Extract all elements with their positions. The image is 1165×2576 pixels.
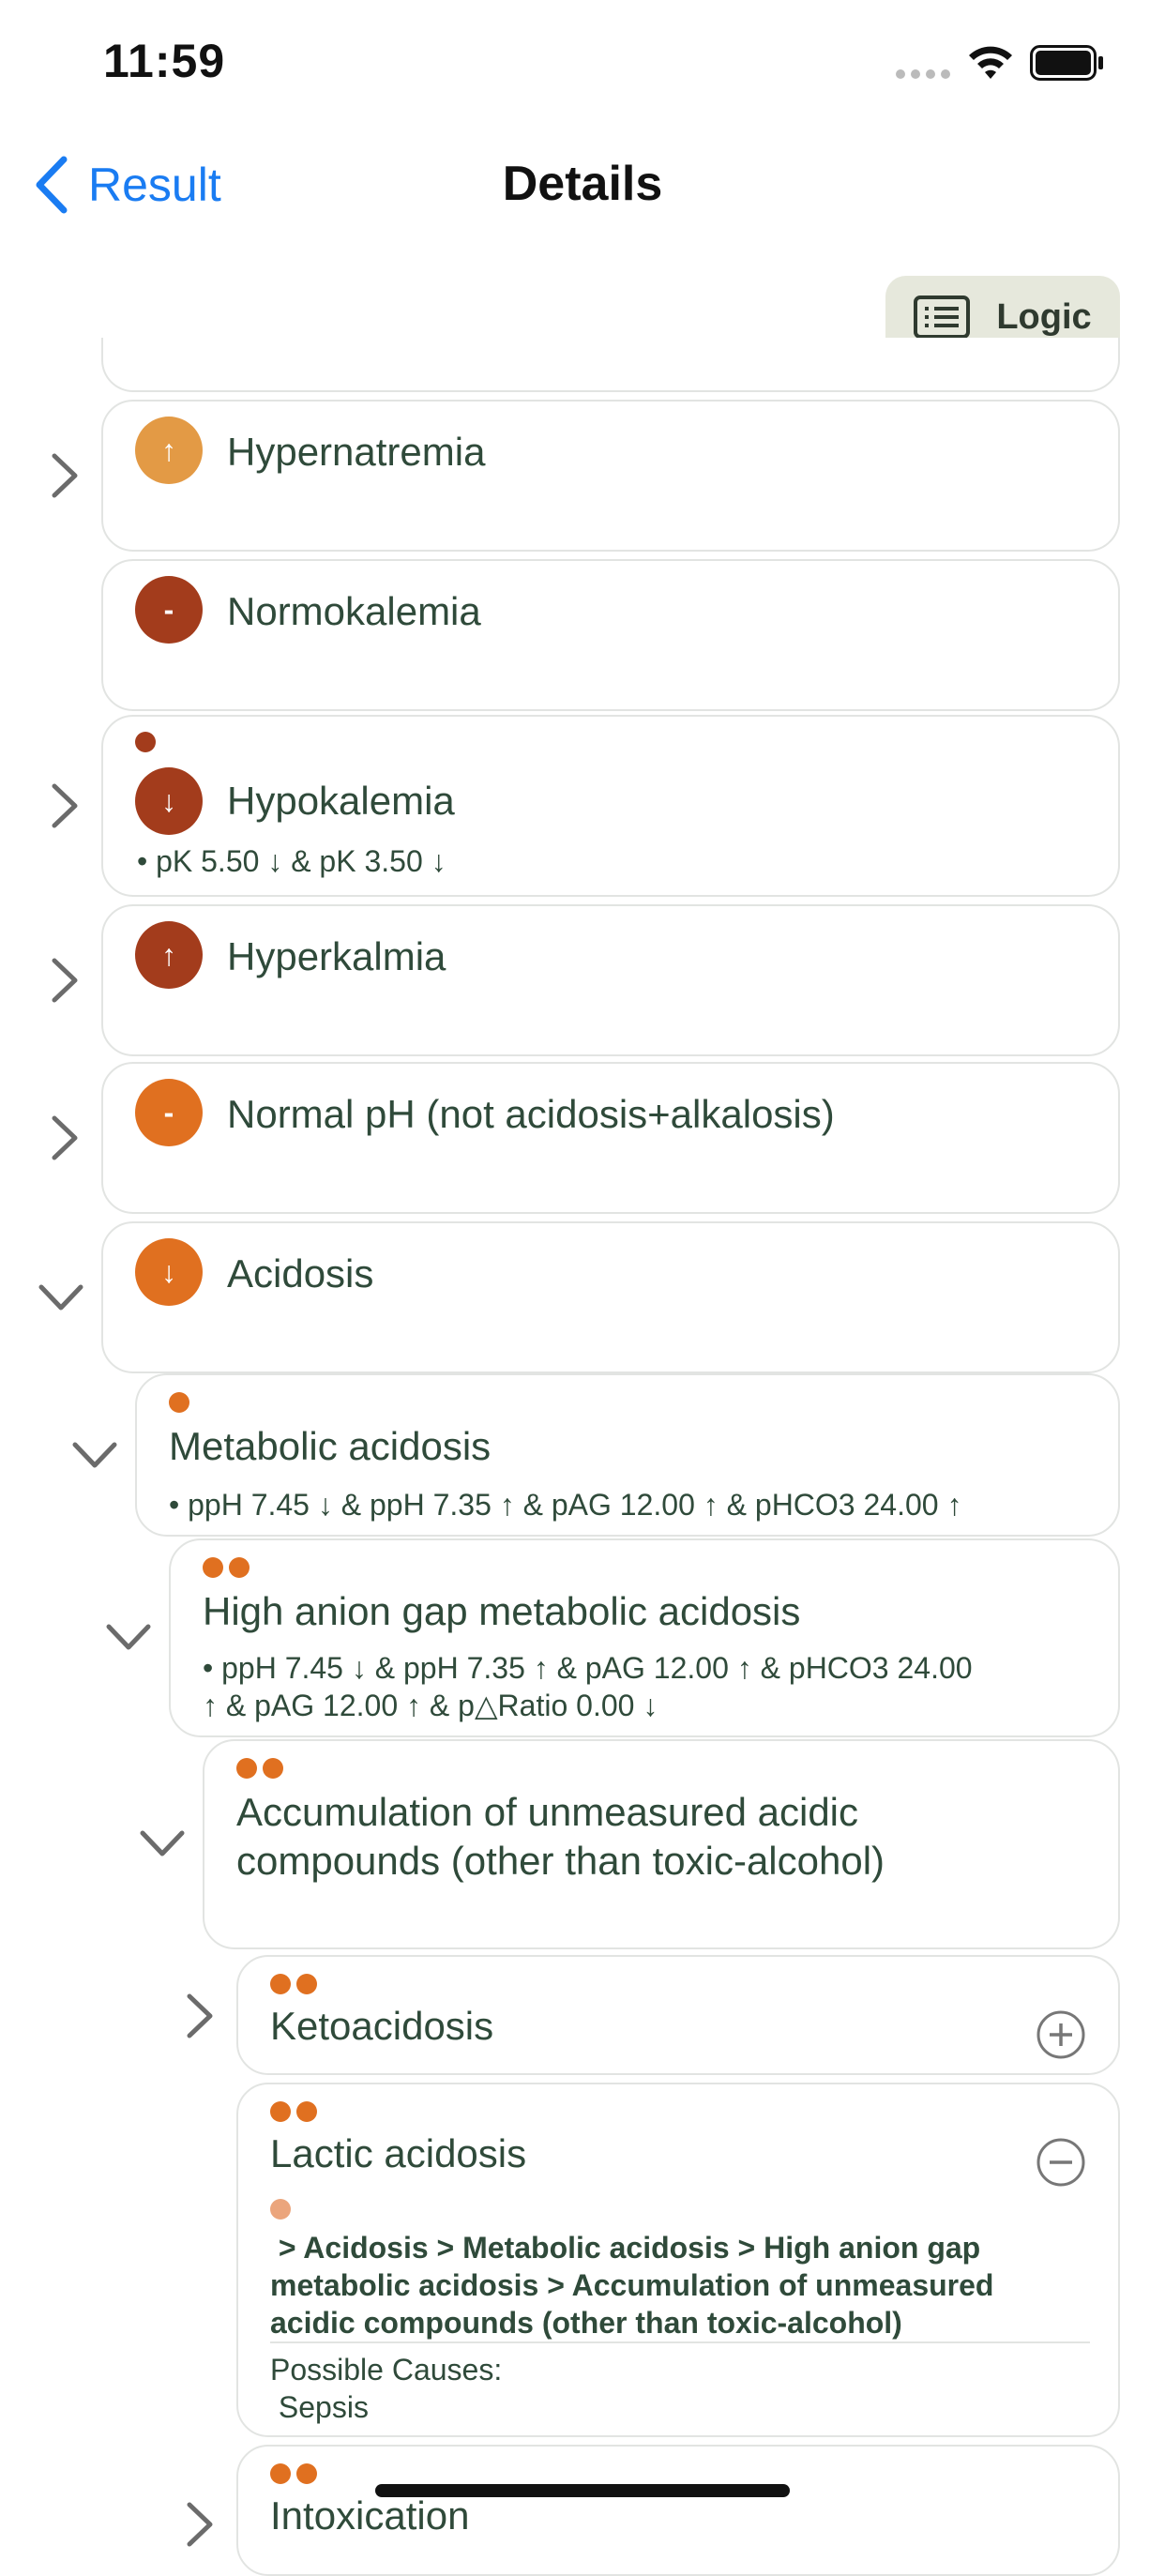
- node-rule: • ppH 7.45 ↓ & ppH 7.35 ↑ & pAG 12.00 ↑ …: [203, 1651, 973, 1685]
- item-title: Acidosis: [227, 1251, 374, 1296]
- level-dot: [270, 1974, 291, 1994]
- item-rule: • pK 5.50 ↓ & pK 3.50 ↓: [137, 844, 446, 878]
- node-rule-continued: ↑ & pAG 12.00 ↑ & p△Ratio 0.00 ↓: [203, 1689, 658, 1722]
- list-item[interactable]: ↓ Acidosis: [101, 1221, 1120, 1373]
- item-title: Hypernatremia: [227, 430, 486, 474]
- node-title: Metabolic acidosis: [169, 1424, 492, 1468]
- list-item[interactable]: ↑ Hyperkalmia: [101, 904, 1120, 1056]
- status-circle-down: ↓: [135, 767, 203, 835]
- item-title: Hypokalemia: [227, 779, 455, 823]
- tree-node[interactable]: Metabolic acidosis • ppH 7.45 ↓ & ppH 7.…: [135, 1373, 1120, 1537]
- list-icon: [914, 295, 971, 339]
- logic-path: > Acidosis > Metabolic acidosis > High a…: [270, 2231, 981, 2265]
- home-indicator[interactable]: [375, 2484, 790, 2497]
- tree-node[interactable]: Lactic acidosis > Acidosis > Metabolic a…: [236, 2083, 1120, 2437]
- node-title: Lactic acidosis: [270, 2131, 527, 2175]
- chevron-down-icon[interactable]: [105, 1621, 152, 1653]
- level-dot: [229, 1557, 250, 1578]
- node-title: Ketoacidosis: [270, 2004, 494, 2048]
- tree-node[interactable]: High anion gap metabolic acidosis • ppH …: [169, 1538, 1120, 1737]
- expand-plus-icon[interactable]: [1036, 2009, 1086, 2060]
- chevron-down-icon[interactable]: [139, 1827, 186, 1859]
- logic-label: Logic: [996, 296, 1092, 337]
- list-item[interactable]: - Normokalemia: [101, 559, 1120, 711]
- chevron-right-icon[interactable]: [49, 782, 81, 829]
- level-dot: [296, 2101, 317, 2122]
- collapse-minus-icon[interactable]: [1036, 2137, 1086, 2188]
- level-dot: [296, 2463, 317, 2484]
- chevron-down-icon[interactable]: [71, 1439, 118, 1471]
- chevron-down-icon[interactable]: [38, 1281, 84, 1313]
- logic-path-continued: metabolic acidosis > Accumulation of unm…: [270, 2268, 994, 2302]
- node-rule: • ppH 7.45 ↓ & ppH 7.35 ↑ & pAG 12.00 ↑ …: [169, 1488, 962, 1522]
- chevron-right-icon[interactable]: [49, 452, 81, 499]
- status-circle-up: ↑: [135, 417, 203, 484]
- wifi-icon: [969, 46, 1012, 79]
- status-time: 11:59: [103, 35, 226, 87]
- page-title: Details: [502, 157, 663, 211]
- divider: [270, 2341, 1090, 2343]
- level-dot: [135, 732, 156, 752]
- status-circle-normal: -: [135, 1079, 203, 1146]
- previous-card-edge: [101, 338, 1120, 392]
- level-dot: [270, 2101, 291, 2122]
- cellular-signal-icon: [896, 69, 950, 79]
- node-title: High anion gap metabolic acidosis: [203, 1589, 801, 1633]
- list-item[interactable]: ↑ Hypernatremia: [101, 400, 1120, 552]
- node-title: Accumulation of unmeasured acidic: [236, 1790, 859, 1834]
- tree-node[interactable]: Accumulation of unmeasured acidic compou…: [203, 1739, 1120, 1949]
- chevron-right-icon[interactable]: [184, 1993, 216, 2039]
- chevron-right-icon[interactable]: [49, 1114, 81, 1161]
- possible-cause: Sepsis: [270, 2390, 369, 2424]
- tree-node[interactable]: Intoxication: [236, 2445, 1120, 2576]
- level-dot: [169, 1392, 189, 1413]
- status-circle-up: ↑: [135, 921, 203, 989]
- battery-icon: [1030, 45, 1103, 81]
- level-dot: [203, 1557, 223, 1578]
- possible-causes-label: Possible Causes:: [270, 2353, 503, 2387]
- item-title: Normal pH (not acidosis+alkalosis): [227, 1092, 835, 1136]
- node-title: Intoxication: [270, 2493, 470, 2538]
- chevron-right-icon[interactable]: [49, 957, 81, 1004]
- item-title: Hyperkalmia: [227, 934, 446, 978]
- logic-path-continued: acidic compounds (other than toxic-alcoh…: [270, 2306, 902, 2340]
- list-item[interactable]: ↓ Hypokalemia • pK 5.50 ↓ & pK 3.50 ↓: [101, 715, 1120, 897]
- level-dot: [270, 2463, 291, 2484]
- list-item[interactable]: - Normal pH (not acidosis+alkalosis): [101, 1062, 1120, 1214]
- tree-node[interactable]: Ketoacidosis: [236, 1955, 1120, 2075]
- level-dot: [236, 1758, 257, 1779]
- node-title-continued: compounds (other than toxic-alcohol): [236, 1839, 885, 1883]
- status-circle-down: ↓: [135, 1238, 203, 1306]
- chevron-right-icon[interactable]: [184, 2501, 216, 2548]
- level-dot: [296, 1974, 317, 1994]
- status-circle-normal: -: [135, 576, 203, 644]
- level-dot: [263, 1758, 283, 1779]
- path-dot: [270, 2199, 291, 2220]
- item-title: Normokalemia: [227, 589, 481, 633]
